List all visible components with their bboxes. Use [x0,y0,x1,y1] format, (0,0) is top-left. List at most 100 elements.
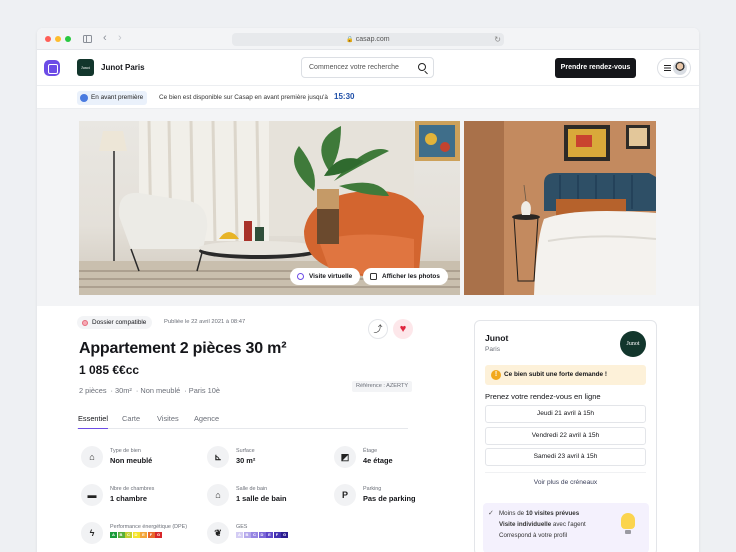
more-slots-link[interactable]: Voir plus de créneaux [485,472,646,490]
meta-rooms: 2 pièces [79,386,107,395]
feature-label: Nbre de chambres [110,486,155,492]
lock-icon: 🔒 [346,37,354,43]
main-photo[interactable]: Visite virtuelle Afficher les photos [79,121,460,295]
alert-text: Ce bien subit une forte demande ! [504,371,607,378]
card-agency-logo: Junot [620,331,646,357]
dpe-grade-e: E [140,532,147,538]
feature-value: Pas de parking [363,494,416,503]
feature-value: 30 m² [236,456,256,465]
back-icon[interactable]: ‹ [103,32,107,44]
share-button[interactable]: ⤴ [368,319,388,339]
virtual-tour-label: Visite virtuelle [309,273,353,280]
feature-label: Type de bien [110,448,141,454]
search-icon[interactable] [418,63,426,71]
minimize-dot[interactable] [55,36,61,42]
url-text: casap.com [355,36,390,43]
early-access-banner: En avant première Ce bien est disponible… [37,86,699,109]
countdown-time: 15:30 [334,92,355,101]
agency-name[interactable]: Junot Paris [101,63,145,72]
dpe-grade-a: A [110,532,117,538]
feature-surface: ⊾ Surface 30 m² [205,444,325,472]
user-menu-button[interactable] [657,58,691,78]
ges-grade-c: C [251,532,258,538]
energy-dpe: ϟ Performance énergétique (DPE) ABCDEFG [79,520,199,548]
dpe-grade-d: D [132,532,140,538]
menu-icon [664,65,671,67]
secondary-photo[interactable] [464,121,656,295]
ges-label: GES [236,524,248,530]
energy-icon: ϟ [81,522,103,544]
reload-icon[interactable]: ↻ [494,33,501,46]
leaf-icon: ❦ [207,522,229,544]
feature-label: Parking [363,486,382,492]
booking-card: Junot Paris Junot ! Ce bien subit une fo… [474,320,657,552]
feature-label: Surface [236,448,255,454]
slot-button[interactable]: Samedi 23 avril à 15h [485,448,646,466]
listing-price: 1 085 €€cc [79,363,140,377]
ges-grade-b: B [243,532,251,538]
meta-surface: 30m² [115,386,132,395]
ges-grade-a: A [236,532,243,538]
address-bar[interactable]: 🔒 casap.com ↻ [232,33,504,46]
surface-icon: ⊾ [207,446,229,468]
slot-button[interactable]: Vendredi 22 avril à 15h [485,427,646,445]
tab-agence[interactable]: Agence [194,414,219,423]
agency-logo: Junot [77,59,94,76]
bath-icon: ⌂ [207,484,229,506]
heart-icon: ♥ [399,323,407,335]
card-agency-name: Junot [485,333,509,343]
info-text: avec l'agent [551,521,586,528]
booking-subtitle: Prenez votre rendez-vous en ligne [485,392,601,401]
feature-value: 1 chambre [110,494,147,503]
tab-visites[interactable]: Visites [157,414,179,423]
slot-button[interactable]: Jeudi 21 avril à 15h [485,405,646,423]
published-date: Publiée le 22 avril 2021 à 08:47 [164,319,246,325]
status-dot-icon [82,319,88,326]
dpe-label: Performance énergétique (DPE) [110,524,188,530]
card-agency-city: Paris [485,346,501,353]
ges-grade-g: G [281,532,288,538]
feature-parking: P Parking Pas de parking [332,482,452,510]
info-individual: Visite individuelle avec l'agent [499,521,586,528]
ges-grade-f: F [273,532,281,538]
share-icon: ⤴ [373,324,383,334]
listing-content: Dossier compatible Publiée le 22 avril 2… [37,306,699,552]
book-appointment-button[interactable]: Prendre rendez-vous [555,58,636,78]
bed-icon: ▬ [81,484,103,506]
bedroom-illustration [464,121,656,295]
browser-chrome: ‹ › 🔒 casap.com ↻ [37,28,699,50]
show-photos-button[interactable]: Afficher les photos [363,268,448,285]
star-icon [80,94,88,102]
feature-property-type: ⌂ Type de bien Non meublé [79,444,199,472]
feature-value: 4e étage [363,456,393,465]
feature-label: Salle de bain [236,486,268,492]
forward-icon[interactable]: › [118,32,122,44]
ges-scale: ABCDEFG [236,532,289,538]
avatar [673,61,687,75]
sidebar-toggle-icon[interactable] [83,35,92,43]
tab-carte[interactable]: Carte [122,414,140,423]
tab-essentiel[interactable]: Essentiel [78,414,108,429]
favorite-button[interactable]: ♥ [393,319,413,339]
search-placeholder: Commencez votre recherche [309,64,399,71]
virtual-tour-button[interactable]: Visite virtuelle [290,268,361,285]
show-photos-label: Afficher les photos [382,273,440,280]
parking-icon: P [334,484,356,506]
casap-logo[interactable] [44,60,60,76]
dpe-scale: ABCDEFG [110,532,163,538]
feature-value: 1 salle de bain [236,494,287,503]
info-visits: ✓ Moins de 10 visites prévues [488,510,580,517]
info-bold: 10 visites prévues [525,510,580,517]
warning-icon: ! [491,370,501,380]
maximize-dot[interactable] [65,36,71,42]
compatibility-chip: Dossier compatible [77,316,153,329]
ges-grade-d: D [258,532,266,538]
camera-icon [370,273,377,280]
banner-text: Ce bien est disponible sur Casap en avan… [159,94,328,101]
close-dot[interactable] [45,36,51,42]
dpe-grade-f: F [147,532,155,538]
house-icon: ⌂ [81,446,103,468]
check-icon: ✓ [488,510,494,517]
badge-label: En avant première [91,94,144,101]
search-input[interactable]: Commencez votre recherche [301,57,434,78]
